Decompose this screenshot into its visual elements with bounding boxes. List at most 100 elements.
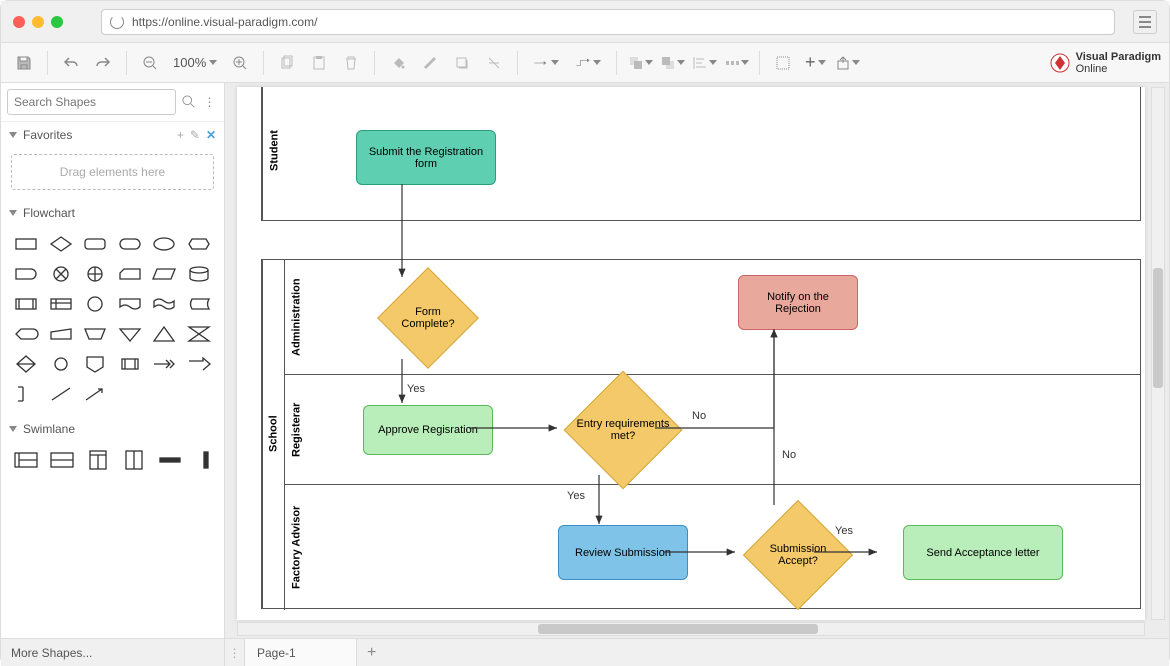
- vertical-scrollbar[interactable]: [1151, 87, 1165, 620]
- delete-button[interactable]: [336, 48, 366, 78]
- copy-button[interactable]: [272, 48, 302, 78]
- shape-hpool[interactable]: [13, 450, 39, 473]
- page-tab[interactable]: Page-1: [245, 639, 357, 666]
- back-button[interactable]: [657, 48, 687, 78]
- node-notify-reject[interactable]: Notify on the Rejection: [738, 275, 858, 330]
- shape-vpool[interactable]: [85, 450, 111, 473]
- shape-arrow-line[interactable]: [80, 382, 111, 406]
- shape-terminator[interactable]: [115, 232, 146, 256]
- shape-transfer[interactable]: [149, 352, 180, 376]
- swimlane-section[interactable]: Swimlane: [1, 416, 224, 442]
- edit-favorite-icon[interactable]: ✎: [190, 128, 200, 142]
- close-favorites-icon[interactable]: ✕: [206, 128, 216, 142]
- shape-collate[interactable]: [184, 322, 215, 346]
- shape-sort[interactable]: [11, 352, 42, 376]
- shape-summing[interactable]: [46, 262, 77, 286]
- front-button[interactable]: [625, 48, 655, 78]
- add-button[interactable]: +: [800, 48, 830, 78]
- stroke-button[interactable]: [415, 48, 445, 78]
- lane-school[interactable]: School: [262, 260, 284, 608]
- search-input[interactable]: [7, 89, 176, 115]
- zoom-in-button[interactable]: [225, 48, 255, 78]
- add-page-button[interactable]: +: [357, 639, 387, 666]
- canvas[interactable]: Student Submit the Registration form Sch…: [237, 87, 1145, 620]
- zoom-level[interactable]: 100%: [169, 55, 221, 70]
- window-controls[interactable]: [13, 16, 63, 28]
- shape-tape[interactable]: [149, 292, 180, 316]
- distribute-button[interactable]: [721, 48, 751, 78]
- shape-decision[interactable]: [46, 232, 77, 256]
- horizontal-scrollbar[interactable]: [237, 622, 1145, 636]
- shape-connector[interactable]: [46, 352, 77, 376]
- shape-hlane[interactable]: [49, 450, 75, 473]
- flowchart-section[interactable]: Flowchart: [1, 200, 224, 226]
- save-button[interactable]: [9, 48, 39, 78]
- shape-internal[interactable]: [46, 292, 77, 316]
- shape-display[interactable]: [11, 322, 42, 346]
- shape-circle[interactable]: [80, 292, 111, 316]
- shape-arrow[interactable]: [184, 352, 215, 376]
- add-favorite-icon[interactable]: +: [177, 128, 184, 142]
- favorites-dropzone[interactable]: Drag elements here: [11, 154, 214, 190]
- node-entry-req[interactable]: Entry requirements met?: [563, 370, 683, 490]
- lane-student[interactable]: Student: [262, 87, 286, 220]
- menu-icon[interactable]: [1133, 10, 1157, 34]
- search-icon[interactable]: [180, 92, 197, 112]
- school-pool[interactable]: School Administration Form Complete? Not…: [261, 259, 1141, 609]
- fill-button[interactable]: [383, 48, 413, 78]
- shape-card[interactable]: [115, 262, 146, 286]
- shape-hexagon[interactable]: [184, 232, 215, 256]
- minimize-window-icon[interactable]: [32, 16, 44, 28]
- paste-button[interactable]: [304, 48, 334, 78]
- node-approve[interactable]: Approve Regisration: [363, 405, 493, 455]
- node-send-accept[interactable]: Send Acceptance letter: [903, 525, 1063, 580]
- connector-button[interactable]: [526, 48, 566, 78]
- redo-button[interactable]: [88, 48, 118, 78]
- favorites-section[interactable]: Favorites +✎✕: [1, 122, 224, 148]
- shape-stored[interactable]: [184, 292, 215, 316]
- node-submission-accept[interactable]: Submission Accept?: [743, 500, 853, 610]
- student-pool[interactable]: Student Submit the Registration form: [261, 87, 1141, 221]
- lane-factory-advisor[interactable]: Factory Advisor: [284, 485, 308, 610]
- align-button[interactable]: [689, 48, 719, 78]
- shape-hbar[interactable]: [157, 450, 183, 473]
- node-submit[interactable]: Submit the Registration form: [356, 130, 496, 185]
- shape-merge[interactable]: [115, 322, 146, 346]
- tab-handle-icon[interactable]: ⋮: [225, 639, 245, 666]
- style-button[interactable]: [479, 48, 509, 78]
- shape-annotation[interactable]: [11, 382, 42, 406]
- shape-document[interactable]: [115, 292, 146, 316]
- shape-predefined[interactable]: [11, 292, 42, 316]
- close-window-icon[interactable]: [13, 16, 25, 28]
- shape-manual-input[interactable]: [46, 322, 77, 346]
- shape-or[interactable]: [80, 262, 111, 286]
- lane-registerar[interactable]: Registerar: [284, 375, 308, 484]
- shape-delay[interactable]: [11, 262, 42, 286]
- shape-line[interactable]: [46, 382, 77, 406]
- node-review[interactable]: Review Submission: [558, 525, 688, 580]
- shape-manual-op[interactable]: [80, 322, 111, 346]
- shape-vlane[interactable]: [121, 450, 147, 473]
- maximize-window-icon[interactable]: [51, 16, 63, 28]
- shape-offpage[interactable]: [80, 352, 111, 376]
- url-bar[interactable]: https://online.visual-paradigm.com/: [101, 9, 1115, 35]
- more-icon[interactable]: ⋮: [201, 92, 218, 112]
- node-form-complete[interactable]: Form Complete?: [378, 268, 478, 368]
- shape-database[interactable]: [184, 262, 215, 286]
- waypoint-button[interactable]: [568, 48, 608, 78]
- shape-data[interactable]: [149, 262, 180, 286]
- more-shapes-link[interactable]: More Shapes...: [1, 639, 225, 666]
- shape-process[interactable]: [11, 232, 42, 256]
- zoom-out-button[interactable]: [135, 48, 165, 78]
- shape-extract[interactable]: [149, 322, 180, 346]
- shape-loop[interactable]: [115, 352, 146, 376]
- shape-rounded[interactable]: [80, 232, 111, 256]
- reload-icon[interactable]: [110, 15, 124, 29]
- export-button[interactable]: [832, 48, 862, 78]
- undo-button[interactable]: [56, 48, 86, 78]
- shape-ellipse[interactable]: [149, 232, 180, 256]
- grid-button[interactable]: [768, 48, 798, 78]
- shadow-button[interactable]: [447, 48, 477, 78]
- lane-administration[interactable]: Administration: [284, 260, 308, 374]
- shape-vbar[interactable]: [193, 450, 219, 473]
